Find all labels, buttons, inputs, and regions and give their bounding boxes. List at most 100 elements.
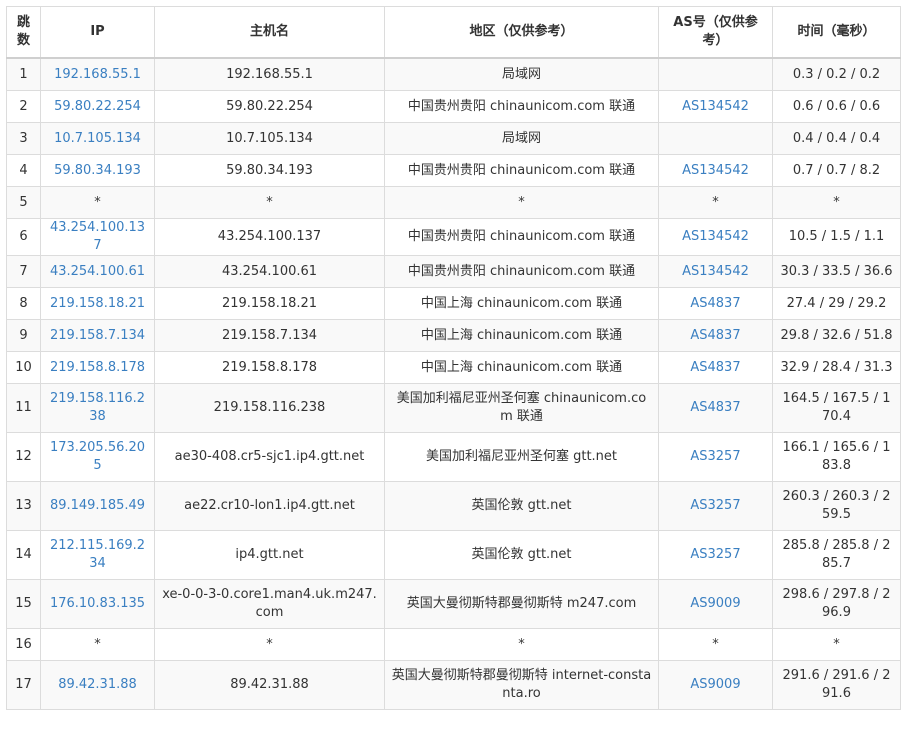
ip-cell-link[interactable]: 192.168.55.1 <box>54 67 141 82</box>
location-cell: 美国加利福尼亚州圣何塞 chinaunicom.com 联通 <box>384 383 659 433</box>
hop-cell: 16 <box>6 628 41 661</box>
location-cell: 中国贵州贵阳 chinaunicom.com 联通 <box>384 255 659 288</box>
hostname-cell: xe-0-0-3-0.core1.man4.uk.m247.com <box>154 579 385 629</box>
time-cell: 32.9 / 28.4 / 31.3 <box>772 351 901 384</box>
location-cell: 局域网 <box>384 57 659 91</box>
time-cell: 30.3 / 33.5 / 36.6 <box>772 255 901 288</box>
as-cell: AS134542 <box>658 255 773 288</box>
ip-cell: 89.149.185.49 <box>40 481 155 531</box>
ip-cell: 59.80.22.254 <box>40 90 155 123</box>
header-hostname: 主机名 <box>154 6 385 59</box>
ip-cell-link[interactable]: 10.7.105.134 <box>54 131 141 146</box>
ip-cell-link[interactable]: 219.158.18.21 <box>50 296 145 311</box>
ip-cell-link[interactable]: 219.158.7.134 <box>50 328 145 343</box>
ip-cell-link[interactable]: 219.158.116.238 <box>50 391 145 424</box>
as-cell: * <box>658 628 773 661</box>
header-hop: 跳数 <box>6 6 41 59</box>
hop-cell: 4 <box>6 154 41 187</box>
ip-cell-link[interactable]: 176.10.83.135 <box>50 596 145 611</box>
location-cell: * <box>384 186 659 219</box>
ip-cell: * <box>40 186 155 219</box>
ip-cell: 10.7.105.134 <box>40 122 155 155</box>
table-row: 12 173.205.56.205 ae30-408.cr5-sjc1.ip4.gt… <box>6 432 901 482</box>
table-row: 1 192.168.55.1 192.168.55.1 局域网 0.3 / 0.2 / … <box>6 57 901 91</box>
as-cell-link[interactable]: AS9009 <box>690 677 740 692</box>
ip-cell-link[interactable]: 89.149.185.49 <box>50 498 145 513</box>
ip-cell-link[interactable]: 59.80.22.254 <box>54 99 141 114</box>
location-cell: 英国伦敦 gtt.net <box>384 481 659 531</box>
as-cell <box>658 57 773 91</box>
ip-cell-link[interactable]: 43.254.100.61 <box>50 264 145 279</box>
table-row: 2 59.80.22.254 59.80.22.254 中国贵州贵阳 chinauni… <box>6 90 901 123</box>
hop-cell: 11 <box>6 383 41 433</box>
table-row: 3 10.7.105.134 10.7.105.134 局域网 0.4 / 0.4 / … <box>6 122 901 155</box>
hostname-cell: 89.42.31.88 <box>154 660 385 710</box>
as-cell-link[interactable]: AS4837 <box>690 296 740 311</box>
as-cell-link[interactable]: AS3257 <box>690 547 740 562</box>
as-cell <box>658 122 773 155</box>
time-cell: 285.8 / 285.8 / 285.7 <box>772 530 901 580</box>
hop-cell: 10 <box>6 351 41 384</box>
hostname-cell: 219.158.116.238 <box>154 383 385 433</box>
as-cell: AS4837 <box>658 319 773 352</box>
ip-cell: 219.158.7.134 <box>40 319 155 352</box>
location-cell: 中国上海 chinaunicom.com 联通 <box>384 351 659 384</box>
ip-cell-link[interactable]: 212.115.169.234 <box>50 538 145 571</box>
ip-cell-link[interactable]: 89.42.31.88 <box>58 677 137 692</box>
as-cell: AS9009 <box>658 579 773 629</box>
as-cell: AS134542 <box>658 90 773 123</box>
ip-cell-link[interactable]: 173.205.56.205 <box>50 440 145 473</box>
as-cell: AS134542 <box>658 218 773 256</box>
table-row: 14 212.115.169.234 ip4.gtt.net 英国伦敦 gtt.net… <box>6 530 901 580</box>
as-cell: AS9009 <box>658 660 773 710</box>
time-cell: 29.8 / 32.6 / 51.8 <box>772 319 901 352</box>
ip-cell-link[interactable]: 59.80.34.193 <box>54 163 141 178</box>
as-cell-link[interactable]: AS3257 <box>690 498 740 513</box>
ip-cell: 219.158.116.238 <box>40 383 155 433</box>
ip-cell: 59.80.34.193 <box>40 154 155 187</box>
hop-cell: 7 <box>6 255 41 288</box>
header-as: AS号（仅供参考） <box>658 6 773 59</box>
table-row: 5 * * * * * <box>6 186 901 219</box>
as-cell-link[interactable]: AS134542 <box>682 264 749 279</box>
as-cell-link[interactable]: AS134542 <box>682 99 749 114</box>
ip-cell-link[interactable]: 43.254.100.137 <box>50 220 145 253</box>
as-cell: AS134542 <box>658 154 773 187</box>
time-cell: 27.4 / 29 / 29.2 <box>772 287 901 320</box>
as-cell-link[interactable]: AS4837 <box>690 400 740 415</box>
location-cell: 英国大曼彻斯特郡曼彻斯特 internet-constanta.ro <box>384 660 659 710</box>
hop-cell: 6 <box>6 218 41 256</box>
table-row: 16 * * * * * <box>6 628 901 661</box>
hop-cell: 17 <box>6 660 41 710</box>
as-cell-link[interactable]: AS3257 <box>690 449 740 464</box>
as-cell-link[interactable]: AS9009 <box>690 596 740 611</box>
location-cell: 中国贵州贵阳 chinaunicom.com 联通 <box>384 218 659 256</box>
hop-cell: 2 <box>6 90 41 123</box>
time-cell: 0.6 / 0.6 / 0.6 <box>772 90 901 123</box>
ip-cell-link[interactable]: 219.158.8.178 <box>50 360 145 375</box>
table-row: 11 219.158.116.238 219.158.116.238 美国加利福尼亚州… <box>6 383 901 433</box>
ip-cell: 173.205.56.205 <box>40 432 155 482</box>
location-cell: 美国加利福尼亚州圣何塞 gtt.net <box>384 432 659 482</box>
hostname-cell: 59.80.22.254 <box>154 90 385 123</box>
as-cell-link[interactable]: AS4837 <box>690 360 740 375</box>
as-cell-link[interactable]: AS4837 <box>690 328 740 343</box>
header-ip: IP <box>40 6 155 59</box>
time-cell: 10.5 / 1.5 / 1.1 <box>772 218 901 256</box>
table-row: 9 219.158.7.134 219.158.7.134 中国上海 chinauni… <box>6 319 901 352</box>
time-cell: 298.6 / 297.8 / 296.9 <box>772 579 901 629</box>
table-body: 1 192.168.55.1 192.168.55.1 局域网 0.3 / 0.2 / … <box>6 57 901 710</box>
as-cell: AS4837 <box>658 351 773 384</box>
hostname-cell: ae30-408.cr5-sjc1.ip4.gtt.net <box>154 432 385 482</box>
hostname-cell: 219.158.7.134 <box>154 319 385 352</box>
table-row: 4 59.80.34.193 59.80.34.193 中国贵州贵阳 chinauni… <box>6 154 901 187</box>
as-cell-link[interactable]: AS134542 <box>682 163 749 178</box>
time-cell: * <box>772 628 901 661</box>
location-cell: * <box>384 628 659 661</box>
location-cell: 中国上海 chinaunicom.com 联通 <box>384 287 659 320</box>
hostname-cell: 219.158.18.21 <box>154 287 385 320</box>
table-row: 15 176.10.83.135 xe-0-0-3-0.core1.man4.uk.… <box>6 579 901 629</box>
as-cell-link[interactable]: AS134542 <box>682 229 749 244</box>
header-location: 地区（仅供参考） <box>384 6 659 59</box>
hostname-cell: 10.7.105.134 <box>154 122 385 155</box>
